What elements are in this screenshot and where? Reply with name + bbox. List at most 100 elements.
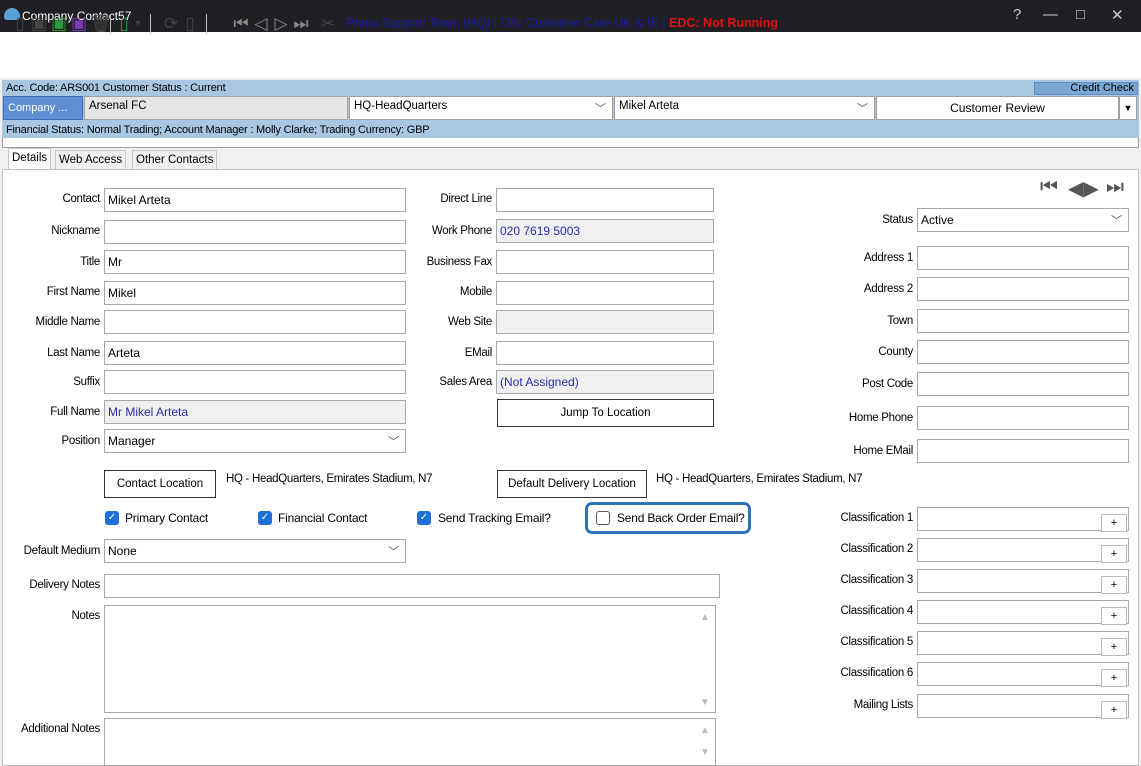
chevron-down-icon[interactable]: ▾: [133, 14, 143, 34]
location-select[interactable]: HQ-HeadQuarters ﹀: [349, 96, 613, 120]
additional-notes-textarea[interactable]: [104, 718, 716, 766]
nickname-label: Nickname: [51, 225, 100, 237]
last-record-icon[interactable]: ⏭: [1106, 176, 1124, 199]
classification1-label: Classification 1: [840, 512, 913, 524]
classification4-field[interactable]: [917, 600, 1129, 624]
post-code-label: Post Code: [862, 378, 913, 390]
save-green-icon[interactable]: ▣: [50, 14, 68, 34]
last-record-icon[interactable]: ⏭: [293, 14, 309, 34]
address2-field[interactable]: [917, 277, 1129, 301]
account-code-status: Acc. Code: ARS001 Customer Status : Curr…: [6, 82, 226, 94]
classification4-label: Classification 4: [840, 605, 913, 617]
scroll-down-icon[interactable]: ▼: [700, 697, 712, 708]
mailing-lists-add-button[interactable]: +: [1101, 701, 1127, 719]
position-label: Position: [61, 435, 100, 447]
tab-web-access[interactable]: Web Access: [55, 150, 127, 170]
default-medium-label: Default Medium: [23, 545, 101, 557]
minimize-icon[interactable]: —: [1043, 6, 1058, 23]
classification5-add-button[interactable]: +: [1101, 638, 1127, 656]
notes-textarea[interactable]: [104, 605, 716, 713]
classification3-add-button[interactable]: +: [1101, 576, 1127, 594]
tab-details[interactable]: Details: [8, 148, 52, 170]
band-divider: [2, 138, 1139, 148]
middle-name-field[interactable]: [104, 310, 406, 334]
nickname-field[interactable]: [104, 220, 406, 244]
post-code-field[interactable]: [917, 372, 1129, 396]
county-field[interactable]: [917, 340, 1129, 364]
tools-icon[interactable]: ✂: [318, 14, 338, 34]
direct-line-field[interactable]: [496, 188, 714, 212]
status-label: Status: [882, 214, 913, 226]
delete-icon[interactable]: 🗑: [90, 14, 112, 34]
suffix-field[interactable]: [104, 370, 406, 394]
contact-field[interactable]: Mikel Arteta: [104, 188, 406, 212]
classification6-field[interactable]: [917, 662, 1129, 686]
sales-area-field: (Not Assigned): [496, 370, 714, 394]
home-email-field[interactable]: [917, 439, 1129, 463]
classification3-field[interactable]: [917, 569, 1129, 593]
credit-check-button[interactable]: Credit Check: [1034, 82, 1138, 95]
first-name-field[interactable]: Mikel: [104, 281, 406, 305]
classification2-add-button[interactable]: +: [1101, 545, 1127, 563]
home-phone-field[interactable]: [917, 406, 1129, 430]
close-icon[interactable]: ✕: [1111, 6, 1124, 24]
mailing-lists-field[interactable]: [917, 694, 1129, 718]
title-label: Title: [80, 256, 100, 268]
classification2-label: Classification 2: [840, 543, 913, 555]
classification5-field[interactable]: [917, 631, 1129, 655]
classification1-field[interactable]: [917, 507, 1129, 531]
contact-location-button[interactable]: Contact Location: [104, 470, 216, 498]
first-record-icon[interactable]: ⏮: [233, 14, 249, 34]
help-icon[interactable]: ?: [1013, 6, 1021, 23]
last-name-field[interactable]: Arteta: [104, 341, 406, 365]
web-site-field: [496, 310, 714, 334]
additional-notes-label: Additional Notes: [21, 723, 100, 735]
work-phone-field: 020 7619 5003: [496, 219, 714, 243]
town-field[interactable]: [917, 309, 1129, 333]
company-button[interactable]: Company ...: [3, 96, 83, 120]
financial-status: Financial Status: Normal Trading; Accoun…: [6, 124, 430, 136]
classification4-add-button[interactable]: +: [1101, 607, 1127, 625]
refresh-icon[interactable]: ⟳: [162, 14, 180, 34]
scroll-up-icon[interactable]: ▲: [700, 612, 712, 623]
contact-select[interactable]: Mikel Arteta ﹀: [614, 96, 875, 120]
scroll-up-icon[interactable]: ▲: [700, 725, 712, 736]
status-select[interactable]: Active ﹀: [917, 208, 1129, 232]
position-select[interactable]: Manager ﹀: [104, 429, 406, 453]
classification1-add-button[interactable]: +: [1101, 514, 1127, 532]
classification2-field[interactable]: [917, 538, 1129, 562]
send-tracking-email-label: Send Tracking Email?: [438, 511, 551, 525]
tab-other-contacts[interactable]: Other Contacts: [132, 150, 218, 170]
new-icon[interactable]: ▯: [12, 14, 28, 34]
first-record-icon[interactable]: ⏮: [1040, 176, 1058, 199]
next-record-icon[interactable]: ▷: [273, 14, 289, 34]
financial-contact-checkbox[interactable]: ✓: [258, 511, 272, 525]
address1-label: Address 1: [863, 252, 913, 264]
business-fax-field[interactable]: [496, 250, 714, 274]
default-delivery-location-button[interactable]: Default Delivery Location: [497, 470, 647, 498]
scroll-down-icon[interactable]: ▼: [700, 747, 712, 758]
customer-review-dropdown[interactable]: ▼: [1119, 96, 1137, 120]
copy-icon[interactable]: ▯: [182, 14, 198, 34]
maximize-icon[interactable]: □: [1076, 6, 1085, 23]
previous-record-icon[interactable]: ◁: [253, 14, 269, 34]
delivery-notes-field[interactable]: [104, 574, 720, 598]
default-delivery-location-text: HQ - HeadQuarters, Emirates Stadium, N7: [656, 473, 863, 485]
classification6-add-button[interactable]: +: [1101, 669, 1127, 687]
toolbar-separator: [110, 14, 111, 34]
add-document-icon[interactable]: ▯: [116, 14, 132, 34]
send-tracking-email-checkbox[interactable]: ✓: [417, 511, 431, 525]
mobile-field[interactable]: [496, 281, 714, 305]
jump-to-location-button[interactable]: Jump To Location: [497, 399, 714, 427]
prev-next-icon[interactable]: ◀▶: [1068, 176, 1099, 201]
email-field[interactable]: [496, 341, 714, 365]
title-field[interactable]: Mr: [104, 250, 406, 274]
customer-review-button[interactable]: Customer Review: [876, 96, 1119, 120]
save-close-icon[interactable]: ▣: [70, 14, 88, 34]
address1-field[interactable]: [917, 246, 1129, 270]
home-email-label: Home EMail: [853, 445, 913, 457]
send-back-order-email-checkbox[interactable]: [596, 511, 610, 525]
primary-contact-checkbox[interactable]: ✓: [105, 511, 119, 525]
save-icon[interactable]: ▣: [30, 14, 48, 34]
default-medium-select[interactable]: None ﹀: [104, 539, 406, 563]
